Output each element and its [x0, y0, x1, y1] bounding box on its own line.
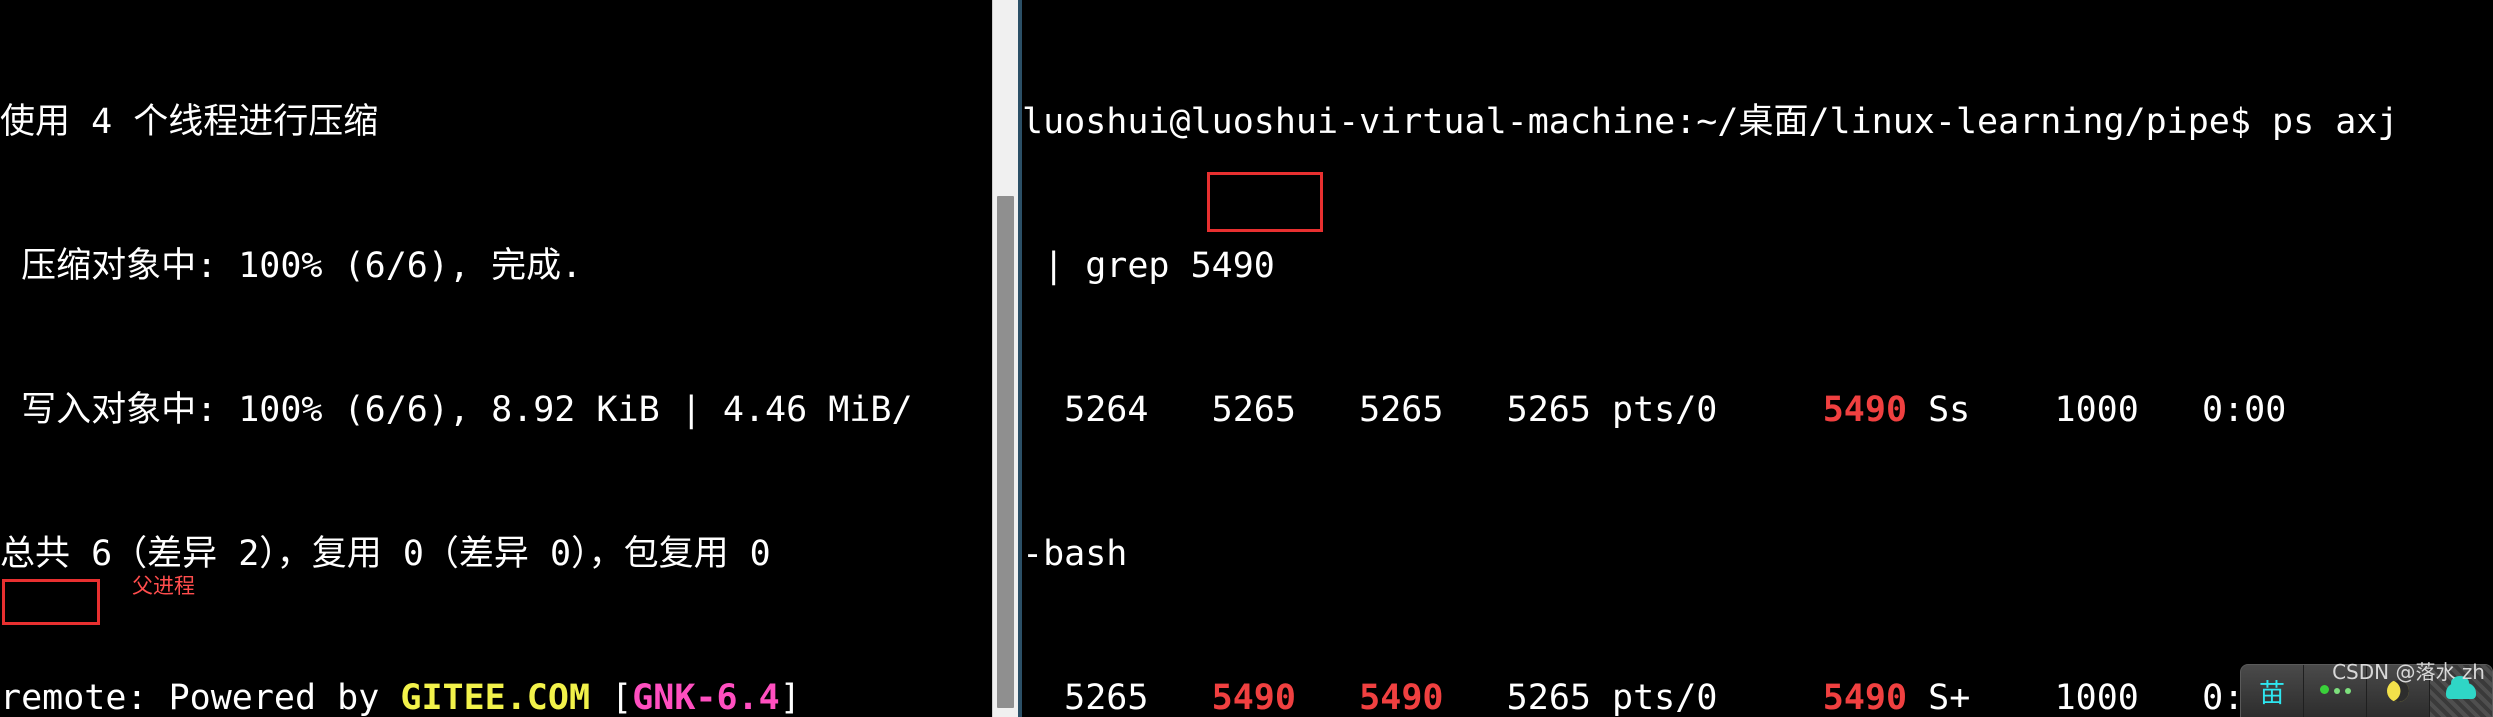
terminal-text: Ss 1000 0:00 [1907, 390, 2287, 430]
terminal-text: GNK-6.4 [632, 678, 780, 717]
terminal-text: 压缩对象中: 100% (6/6), 完成. [0, 246, 583, 286]
terminal-text: -bash [1022, 534, 1128, 574]
terminal-line: 5265 5490 5490 5265 pts/0 5490 S+ 1000 0… [1022, 674, 2493, 717]
terminal-text: 5490 [1211, 678, 1296, 717]
terminal-text: S+ 1000 0:00 [1907, 678, 2287, 717]
terminal-text: ] [779, 678, 801, 717]
terminal-text: 5265 pts/0 [1443, 678, 1823, 717]
terminal-line: 5264 5265 5265 5265 pts/0 5490 Ss 1000 0… [1022, 386, 2493, 434]
vertical-scrollbar-track[interactable] [992, 0, 1018, 717]
left-terminal-pane[interactable]: 使用 4 个线程进行压缩 压缩对象中: 100% (6/6), 完成. 写入对象… [0, 0, 992, 717]
csdn-watermark: CSDN @落水 zh [2332, 660, 2485, 684]
terminal-text: remote: Powered by [0, 678, 401, 717]
terminal-text: 总共 6（差异 2），复用 0（差异 0），包复用 0 [0, 534, 771, 574]
terminal-text: 5490 [1359, 678, 1444, 717]
terminal-text: 使用 4 个线程进行压缩 [0, 102, 379, 142]
terminal-line: 使用 4 个线程进行压缩 [0, 98, 992, 146]
terminal-text: [ [590, 678, 633, 717]
terminal-line: remote: Powered by GITEE.COM [GNK-6.4] [0, 674, 992, 717]
vertical-scrollbar-thumb[interactable] [997, 196, 1014, 708]
terminal-text: 5490 [1822, 678, 1908, 717]
terminal-text: 5265 [1022, 678, 1212, 717]
terminal-text: | grep 5490 [1022, 246, 1275, 286]
annotation-label-parent-process: 父进程 [132, 574, 195, 598]
terminal-text: 5490 [1822, 390, 1908, 430]
terminal-line: | grep 5490 [1022, 242, 2493, 290]
terminal-text: 5264 5265 5265 5265 pts/0 [1022, 390, 1823, 430]
terminal-line: 写入对象中: 100% (6/6), 8.92 KiB | 4.46 MiB/ [0, 386, 992, 434]
screenshot-root: 使用 4 个线程进行压缩 压缩对象中: 100% (6/6), 完成. 写入对象… [0, 0, 2493, 717]
right-terminal-pane[interactable]: luoshui@luoshui-virtual-machine:~/桌面/lin… [1022, 0, 2493, 717]
terminal-line: -bash [1022, 530, 2493, 578]
terminal-text: 写入对象中: 100% (6/6), 8.92 KiB | 4.46 MiB/ [0, 390, 913, 430]
terminal-line: 压缩对象中: 100% (6/6), 完成. [0, 242, 992, 290]
terminal-text: GITEE.COM [400, 678, 591, 717]
terminal-line: luoshui@luoshui-virtual-machine:~/桌面/lin… [1022, 98, 2493, 146]
terminal-text: luoshui@luoshui-virtual-machine:~/桌面/lin… [1022, 102, 2399, 142]
